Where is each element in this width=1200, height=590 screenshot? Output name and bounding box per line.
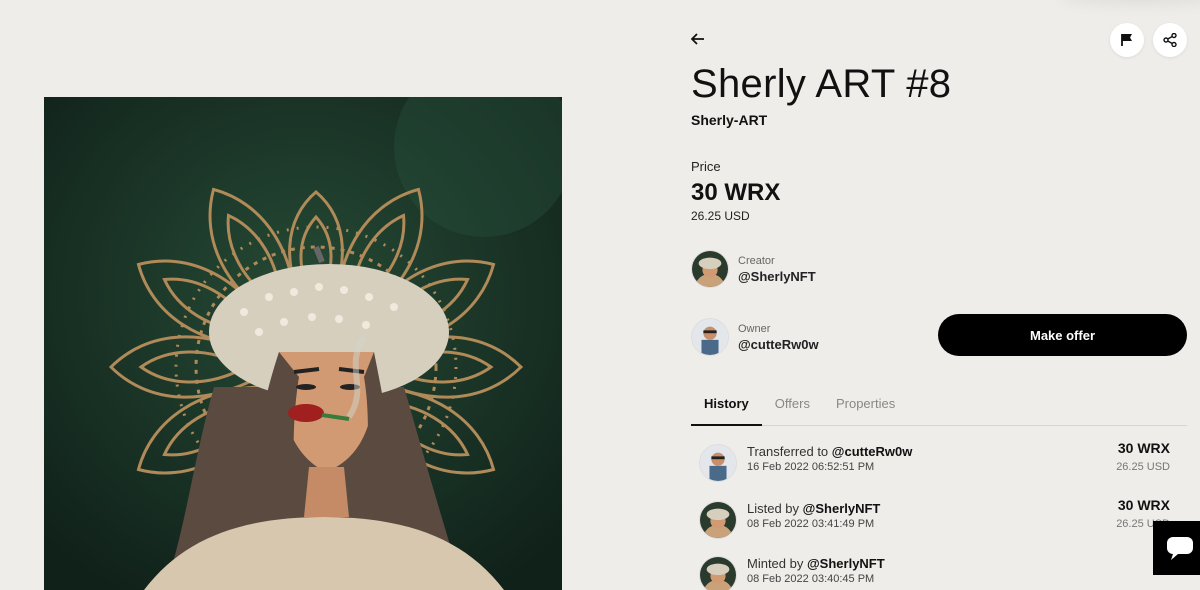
arrow-left-icon [691, 33, 704, 45]
owner-role: Owner [738, 322, 771, 335]
price-label: Price [691, 159, 721, 174]
collection-name[interactable]: Sherly-ART [691, 112, 767, 128]
history-avatar [699, 501, 737, 539]
history-action: Listed by [747, 501, 800, 516]
nft-detail-page: Sherly ART #8 Sherly-ART Price 30 WRX 26… [0, 0, 1200, 590]
tab-history[interactable]: History [691, 390, 762, 426]
history-row: Transferred to @cutteRw0w 16 Feb 2022 06… [699, 440, 1170, 484]
share-icon [1163, 33, 1177, 47]
history-date: 08 Feb 2022 03:41:49 PM [747, 518, 875, 530]
nft-artwork[interactable] [44, 97, 562, 590]
owner-avatar [691, 318, 729, 356]
share-button[interactable] [1153, 23, 1187, 57]
history-avatar [699, 556, 737, 590]
history-date: 16 Feb 2022 06:52:51 PM [747, 461, 875, 473]
history-user[interactable]: @SherlyNFT [807, 556, 885, 571]
history-row: Listed by @SherlyNFT 08 Feb 2022 03:41:4… [699, 497, 1170, 541]
creator-avatar [691, 250, 729, 288]
price-usd: 26.25 USD [691, 209, 750, 223]
owner-info[interactable]: Owner @cutteRw0w [691, 318, 819, 356]
top-shadow [1060, 0, 1200, 6]
report-button[interactable] [1110, 23, 1144, 57]
back-button[interactable] [688, 29, 708, 49]
history-amount: 30 WRX [1117, 497, 1170, 513]
creator-role: Creator [738, 254, 775, 267]
price-value: 30 WRX [691, 179, 781, 206]
artwork-illustration [44, 97, 562, 590]
make-offer-button[interactable]: Make offer [938, 314, 1187, 356]
tab-offers[interactable]: Offers [762, 390, 823, 426]
history-user[interactable]: @cutteRw0w [832, 444, 913, 459]
chat-icon [1167, 537, 1193, 560]
history-action: Minted by [747, 556, 804, 571]
history-avatar [699, 444, 737, 482]
creator-info[interactable]: Creator @SherlyNFT [691, 250, 816, 288]
nft-title: Sherly ART #8 [691, 62, 952, 106]
creator-handle[interactable]: @SherlyNFT [738, 269, 816, 284]
tab-properties[interactable]: Properties [823, 390, 908, 426]
flag-icon [1121, 34, 1132, 46]
history-amount: 30 WRX [1117, 440, 1170, 456]
history-row: Minted by @SherlyNFT 08 Feb 2022 03:40:4… [699, 556, 1170, 590]
history-date: 08 Feb 2022 03:40:45 PM [747, 573, 875, 585]
history-usd: 26.25 USD [1116, 461, 1170, 473]
chat-button[interactable] [1153, 521, 1200, 575]
history-user[interactable]: @SherlyNFT [803, 501, 881, 516]
history-action: Transferred to [747, 444, 829, 459]
owner-handle[interactable]: @cutteRw0w [738, 337, 819, 352]
detail-tabs: History Offers Properties [691, 390, 1187, 426]
